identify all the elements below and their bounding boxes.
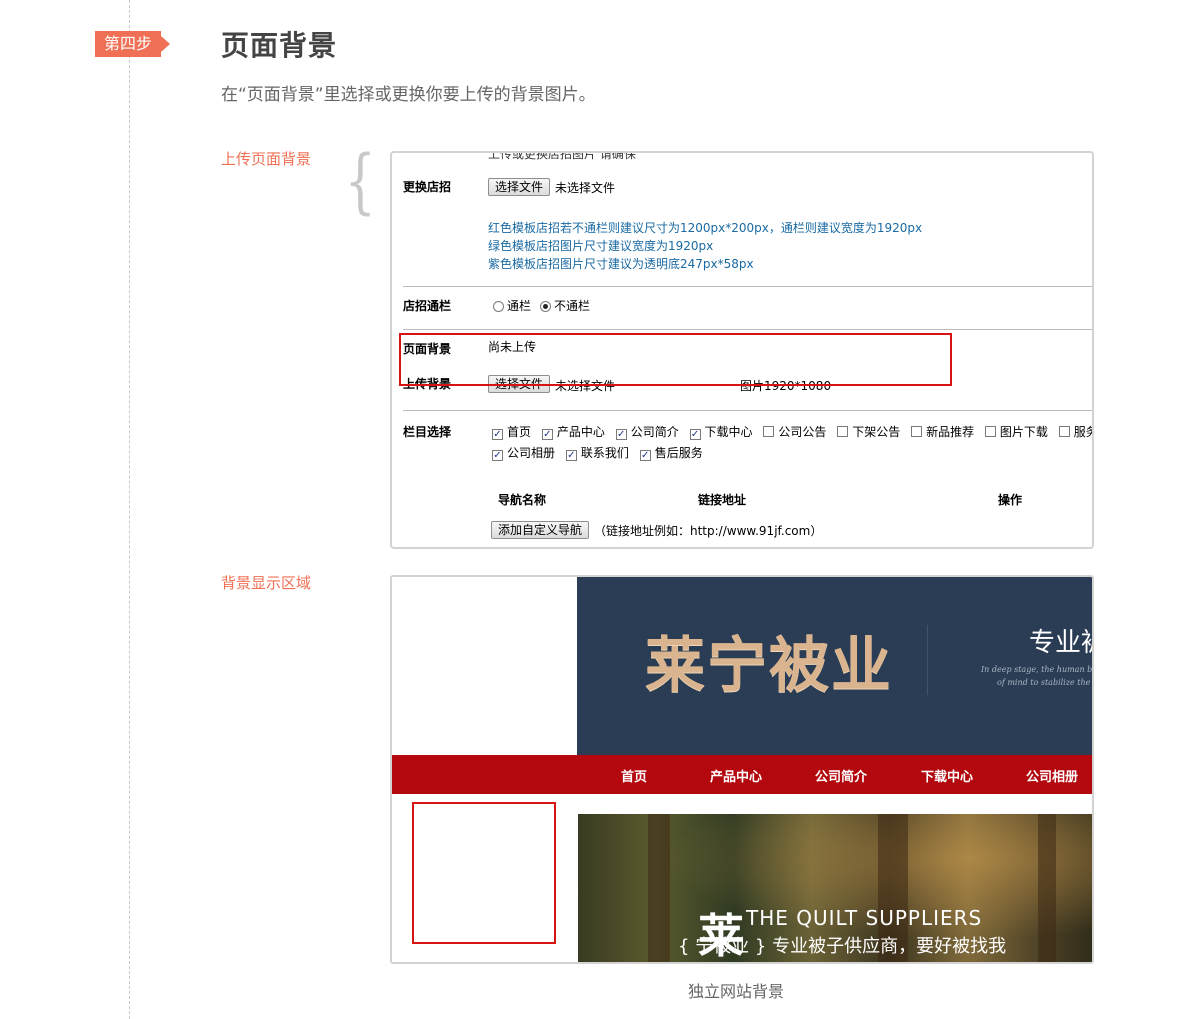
banner-slogan-english: In deep stage, the human brain of mind t… xyxy=(981,665,1093,687)
checkbox-empty-icon[interactable] xyxy=(837,426,849,437)
radio-icon[interactable] xyxy=(493,301,504,312)
add-custom-nav-button[interactable]: 添加自定义导航 xyxy=(491,521,590,539)
divider xyxy=(403,410,1092,411)
column-checkbox[interactable]: ✓ 产品中心 xyxy=(541,423,605,440)
column-checkbox[interactable]: ✓ 公司简介 xyxy=(615,423,679,440)
column-checkbox[interactable]: 服务 xyxy=(1058,423,1092,440)
banner-divider xyxy=(927,625,928,695)
section-label-upload: 上传页面背景 xyxy=(221,150,312,168)
hero-english-title: THE QUILT SUPPLIERS xyxy=(746,906,983,930)
column-checkbox[interactable]: ✓ 下载中心 xyxy=(689,423,753,440)
tree-trunk xyxy=(1038,814,1056,962)
preview-nav-download[interactable]: 下载中心 xyxy=(921,766,973,785)
checkbox-checked-icon[interactable]: ✓ xyxy=(492,450,503,461)
checkbox-empty-icon[interactable] xyxy=(911,426,923,437)
column-checkbox[interactable]: 新品推荐 xyxy=(911,423,974,440)
divider xyxy=(403,329,1092,330)
hero-chinese-slogan: { 宁被业 } 专业被子供应商，要好被找我 xyxy=(678,936,1007,957)
radio-not-full-width[interactable]: 不通栏 xyxy=(540,297,590,314)
banner-slogan: 专业被 xyxy=(1029,628,1092,658)
column-checkbox-row-2: ✓ 公司相册 ✓ 联系我们 ✓ 售后服务 xyxy=(492,444,710,461)
preview-nav-home[interactable]: 首页 xyxy=(621,766,647,785)
column-checkbox-row-1: ✓ 首页 ✓ 产品中心 ✓ 公司简介 ✓ 下载中心 公司公告 下架公告 新品推荐 图片下… xyxy=(492,423,1092,440)
timeline-dashed-line xyxy=(129,0,130,1019)
column-checkbox[interactable]: ✓ 联系我们 xyxy=(565,444,629,461)
operation-header: 操作 xyxy=(998,493,1023,507)
store-banner: 莱宁被业 专业被 In deep stage, the human brain … xyxy=(577,577,1093,755)
preview-nav-album[interactable]: 公司相册 xyxy=(1026,766,1078,785)
background-area-highlight xyxy=(412,802,556,944)
hint-purple-template: 紫色模板店招图片尺寸建议为透明底247px*58px xyxy=(488,257,754,271)
checkbox-checked-icon[interactable]: ✓ xyxy=(541,429,553,440)
page-description: 在“页面背景”里选择或更换你要上传的背景图片。 xyxy=(221,85,596,105)
divider xyxy=(403,286,1092,287)
brace-icon: { xyxy=(344,140,376,222)
nav-name-header: 导航名称 xyxy=(498,493,547,507)
brand-logo-text: 莱宁被业 xyxy=(645,631,893,701)
checkbox-empty-icon[interactable] xyxy=(763,426,775,437)
checkbox-checked-icon[interactable]: ✓ xyxy=(615,429,627,440)
banner-full-label: 店招通栏 xyxy=(403,299,452,313)
step-badge: 第四步 xyxy=(95,31,170,57)
hint-red-template: 红色模板店招若不通栏则建议尺寸为1200px*200px，通栏则建议宽度为192… xyxy=(488,221,923,235)
checkbox-checked-icon[interactable]: ✓ xyxy=(492,429,503,440)
checkbox-empty-icon[interactable] xyxy=(1058,426,1070,437)
sign-label: 更换店招 xyxy=(403,180,452,194)
hint-green-template: 绿色模板店招图片尺寸建议宽度为1920px xyxy=(488,239,714,253)
checkbox-checked-icon[interactable]: ✓ xyxy=(565,450,577,461)
preview-nav-bar: 首页 产品中心 公司简介 下载中心 公司相册 xyxy=(392,755,1092,794)
clipped-instruction: 上传或更换店招图片 请确保 xyxy=(488,151,636,161)
highlight-box xyxy=(399,333,952,386)
column-checkbox[interactable]: 公司公告 xyxy=(763,423,826,440)
checkbox-checked-icon[interactable]: ✓ xyxy=(689,429,701,440)
column-checkbox[interactable]: 下架公告 xyxy=(837,423,900,440)
hero-image: 莱 THE QUILT SUPPLIERS { 宁被业 } 专业被子供应商，要好… xyxy=(578,814,1092,962)
preview-nav-about[interactable]: 公司简介 xyxy=(815,766,867,785)
radio-full-width[interactable]: 通栏 xyxy=(493,297,531,314)
settings-form-panel: 上传或更换店招图片 请确保 更换店招 选择文件 未选择文件 红色模板店招若不通栏… xyxy=(390,151,1094,549)
link-header: 链接地址 xyxy=(698,493,747,507)
checkbox-checked-icon[interactable]: ✓ xyxy=(639,450,651,461)
checkbox-empty-icon[interactable] xyxy=(984,426,996,437)
sign-no-file-text: 未选择文件 xyxy=(555,181,616,195)
sign-file-button[interactable]: 选择文件 xyxy=(488,178,551,196)
preview-nav-products[interactable]: 产品中心 xyxy=(710,766,762,785)
background-preview-panel: 莱宁被业 专业被 In deep stage, the human brain … xyxy=(390,575,1094,964)
column-checkbox[interactable]: ✓ 公司相册 xyxy=(492,444,555,461)
link-example-text: （链接地址例如：http://www.91jf.com） xyxy=(594,524,823,538)
column-checkbox[interactable]: ✓ 首页 xyxy=(492,423,531,440)
preview-caption: 独立网站背景 xyxy=(688,982,785,1001)
page-title: 页面背景 xyxy=(221,29,338,62)
section-label-display: 背景显示区域 xyxy=(221,574,312,592)
column-checkbox[interactable]: ✓ 售后服务 xyxy=(639,444,703,461)
tree-trunk xyxy=(648,814,670,962)
radio-selected-icon[interactable] xyxy=(540,301,551,312)
column-select-label: 栏目选择 xyxy=(403,425,452,439)
column-checkbox[interactable]: 图片下载 xyxy=(984,423,1048,440)
